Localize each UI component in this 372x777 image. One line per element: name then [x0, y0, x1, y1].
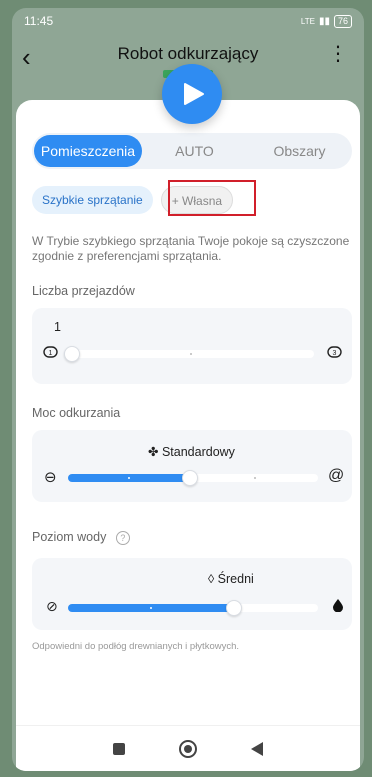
status-time: 11:45	[24, 14, 54, 28]
suction-value-wrap: ✤ Standardowy	[148, 444, 235, 459]
more-vertical-icon[interactable]: ⋮	[328, 44, 348, 64]
passes-label: Liczba przejazdów	[32, 284, 135, 298]
water-label-wrap: Poziom wody ?	[32, 530, 130, 545]
phone-screen: 11:45 LTE ▮▮ 76 ‹ Robot odkurzający ⋮ Po…	[12, 8, 364, 771]
system-nav-bar	[16, 725, 360, 771]
preset-chips: Szybkie sprzątanie + Własna	[32, 186, 234, 214]
passes-max-icon: 3	[326, 345, 344, 362]
suction-slider-thumb[interactable]	[182, 470, 198, 486]
back-icon[interactable]	[251, 741, 263, 756]
settings-sheet: Pomieszczenia AUTO Obszary Szybkie sprzą…	[16, 100, 360, 771]
fan-icon: ✤	[148, 445, 159, 459]
suction-card: ✤ Standardowy ⊖ @	[32, 430, 352, 502]
suction-label: Moc odkurzania	[32, 406, 121, 420]
water-label: Poziom wody	[32, 530, 107, 544]
turbo-icon: @	[328, 467, 345, 484]
help-icon[interactable]: ?	[115, 531, 130, 545]
water-max-icon	[332, 598, 344, 615]
water-off-icon: ⊘	[46, 598, 58, 614]
passes-min-icon: 1	[42, 345, 60, 362]
home-icon[interactable]	[179, 739, 197, 758]
passes-value: 1	[54, 320, 61, 334]
water-drop-icon: ◊	[208, 572, 215, 586]
status-bar: 11:45 LTE ▮▮ 76	[12, 8, 364, 34]
start-cleaning-button[interactable]	[162, 64, 222, 124]
suction-value: Standardowy	[161, 445, 235, 459]
tab-areas[interactable]: Obszary	[247, 143, 352, 159]
slider-tick	[254, 477, 256, 479]
quick-clean-chip[interactable]: Szybkie sprzątanie	[32, 186, 153, 214]
passes-slider-thumb[interactable]	[64, 346, 80, 362]
suction-min-icon: ⊖	[44, 469, 57, 486]
water-slider[interactable]	[68, 600, 318, 616]
passes-slider[interactable]	[64, 346, 314, 362]
water-value-wrap: ◊ Średni	[208, 572, 254, 586]
tab-auto[interactable]: AUTO	[142, 143, 247, 159]
mode-tabs: Pomieszczenia AUTO Obszary	[32, 133, 352, 169]
water-footnote: Odpowiedni do podłóg drewnianych i płytk…	[32, 641, 240, 652]
slider-tick	[150, 607, 152, 609]
slider-tick	[128, 477, 130, 479]
mode-description: W Trybie szybkiego sprzątania Twoje poko…	[32, 234, 350, 263]
signal-bars-icon: ▮▮	[318, 15, 330, 27]
passes-card: 1 1 3	[32, 308, 352, 384]
svg-text:3: 3	[333, 350, 337, 357]
play-icon	[184, 83, 204, 105]
page-title: Robot odkurzający	[117, 44, 259, 63]
tab-rooms[interactable]: Pomieszczenia	[34, 135, 142, 167]
water-value: Średni	[217, 572, 254, 586]
svg-text:1: 1	[49, 350, 53, 357]
slider-tick	[190, 353, 192, 355]
recents-icon[interactable]	[113, 742, 125, 755]
water-slider-thumb[interactable]	[226, 600, 242, 616]
water-card: ◊ Średni ⊘	[32, 558, 352, 630]
battery-icon: 76	[333, 14, 352, 28]
suction-slider[interactable]	[68, 470, 318, 486]
add-custom-chip[interactable]: + Własna	[160, 186, 234, 214]
signal-icon: LTE	[300, 16, 315, 26]
